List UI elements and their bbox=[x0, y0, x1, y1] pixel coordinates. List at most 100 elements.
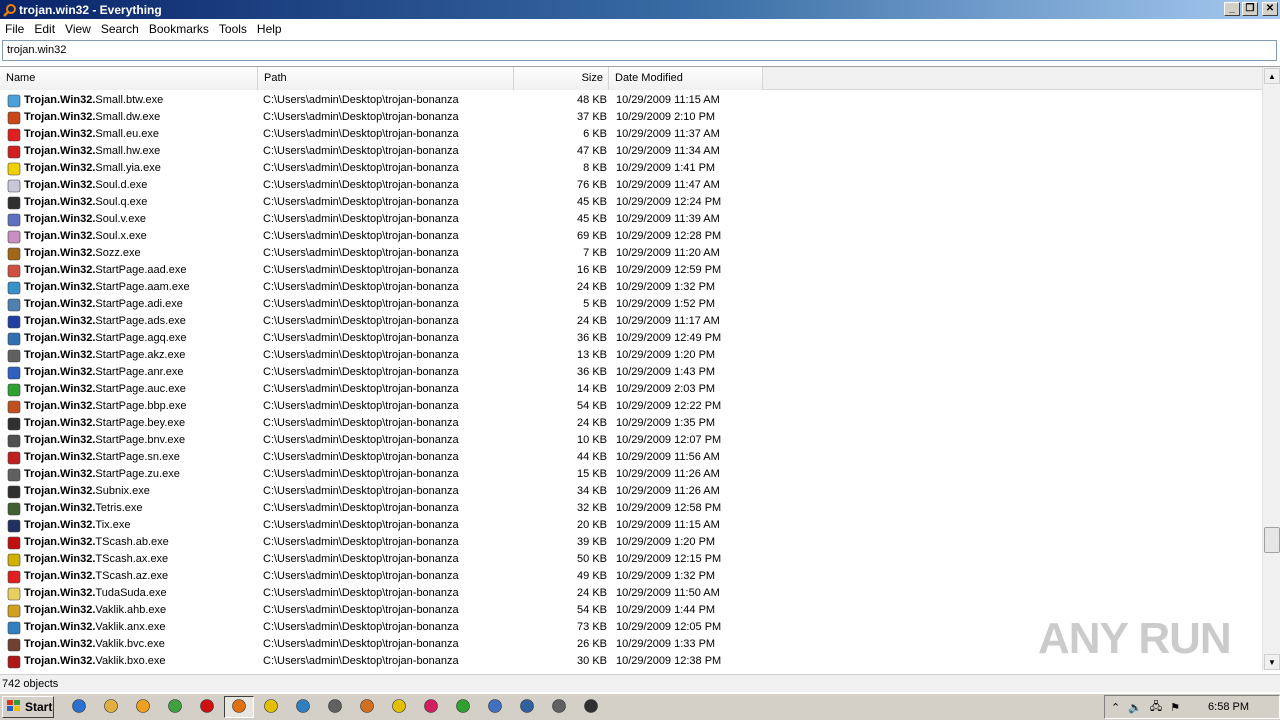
column-name[interactable]: Name bbox=[0, 67, 258, 90]
restore-button[interactable]: ❐ bbox=[1242, 2, 1258, 16]
menu-help[interactable]: Help bbox=[252, 22, 287, 36]
scroll-down-button[interactable]: ▼ bbox=[1264, 654, 1280, 670]
windows-logo-icon bbox=[6, 699, 22, 716]
menu-tools[interactable]: Tools bbox=[214, 22, 252, 36]
flag-icon[interactable]: ⚑ bbox=[1170, 701, 1180, 714]
table-row[interactable]: Trojan.Win32.Soul.x.exe C:\Users\admin\De… bbox=[0, 228, 1262, 245]
taskbar-button[interactable] bbox=[320, 696, 350, 718]
table-row[interactable]: Trojan.Win32.StartPage.anr.exe C:\Users\a… bbox=[0, 364, 1262, 381]
file-date: 10/29/2009 1:35 PM bbox=[616, 417, 716, 429]
taskbar-button[interactable] bbox=[512, 696, 542, 718]
table-row[interactable]: Trojan.Win32.Soul.v.exe C:\Users\admin\De… bbox=[0, 211, 1262, 228]
taskbar-button[interactable] bbox=[160, 696, 190, 718]
file-size: 13 KB bbox=[577, 349, 607, 361]
menu-bookmarks[interactable]: Bookmarks bbox=[144, 22, 214, 36]
taskbar-button[interactable] bbox=[384, 696, 414, 718]
file-name: Trojan.Win32.Sozz.exe bbox=[24, 245, 141, 262]
taskbar-button[interactable] bbox=[576, 696, 606, 718]
table-row[interactable]: Trojan.Win32.TScash.az.exe C:\Users\admin… bbox=[0, 568, 1262, 585]
network-icon[interactable]: 🖧 bbox=[1150, 698, 1162, 717]
table-row[interactable]: Trojan.Win32.Sozz.exe C:\Users\admin\Desk… bbox=[0, 245, 1262, 262]
taskbar-button[interactable] bbox=[448, 696, 478, 718]
scroll-thumb[interactable] bbox=[1264, 527, 1280, 553]
table-row[interactable]: Trojan.Win32.StartPage.zu.exe C:\Users\ad… bbox=[0, 466, 1262, 483]
taskbar-button[interactable] bbox=[192, 696, 222, 718]
file-size: 39 KB bbox=[577, 536, 607, 548]
taskbar-button[interactable] bbox=[288, 696, 318, 718]
taskbar-button[interactable] bbox=[128, 696, 158, 718]
taskbar-button[interactable] bbox=[256, 696, 286, 718]
table-row[interactable]: Trojan.Win32.TScash.ab.exe C:\Users\admin… bbox=[0, 534, 1262, 551]
table-row[interactable]: Trojan.Win32.TudaSuda.exe C:\Users\admin\… bbox=[0, 585, 1262, 602]
taskbar-button[interactable] bbox=[64, 696, 94, 718]
table-row[interactable]: Trojan.Win32.StartPage.agq.exe C:\Users\a… bbox=[0, 330, 1262, 347]
scroll-up-button[interactable]: ▲ bbox=[1264, 68, 1280, 84]
table-row[interactable]: Trojan.Win32.TScash.ax.exe C:\Users\admin… bbox=[0, 551, 1262, 568]
table-row[interactable]: Trojan.Win32.Small.btw.exe C:\Users\admin… bbox=[0, 92, 1262, 109]
blank-icon bbox=[6, 229, 21, 244]
taskbar-button[interactable] bbox=[544, 696, 574, 718]
file-name: Trojan.Win32.StartPage.auc.exe bbox=[24, 381, 186, 398]
table-row[interactable]: Trojan.Win32.StartPage.bey.exe C:\Users\a… bbox=[0, 415, 1262, 432]
recycle-icon bbox=[6, 382, 21, 397]
menu-file[interactable]: File bbox=[0, 22, 29, 36]
column-size[interactable]: Size bbox=[514, 67, 609, 90]
file-path: C:\Users\admin\Desktop\trojan-bonanza bbox=[263, 587, 459, 599]
close-button[interactable]: ✕ bbox=[1262, 2, 1278, 16]
menu-search[interactable]: Search bbox=[96, 22, 144, 36]
table-row[interactable]: Trojan.Win32.Small.yia.exe C:\Users\admin… bbox=[0, 160, 1262, 177]
arrow-up-icon: ▲ bbox=[1268, 71, 1276, 81]
table-row[interactable]: Trojan.Win32.Tetris.exe C:\Users\admin\De… bbox=[0, 500, 1262, 517]
table-row[interactable]: Trojan.Win32.StartPage.aam.exe C:\Users\a… bbox=[0, 279, 1262, 296]
table-row[interactable]: Trojan.Win32.Small.dw.exe C:\Users\admin\… bbox=[0, 109, 1262, 126]
menu-edit[interactable]: Edit bbox=[29, 22, 60, 36]
clock[interactable]: 6:58 PM bbox=[1208, 701, 1249, 713]
vertical-scrollbar[interactable]: ▲ ▼ bbox=[1262, 67, 1280, 670]
start-button[interactable]: Start bbox=[2, 696, 54, 718]
column-date-modified[interactable]: Date Modified bbox=[609, 67, 763, 90]
table-icon bbox=[6, 518, 21, 533]
taskbar-button[interactable] bbox=[224, 696, 254, 718]
file-name-prefix: Trojan.Win32. bbox=[24, 638, 96, 650]
table-row[interactable]: Trojan.Win32.StartPage.aad.exe C:\Users\a… bbox=[0, 262, 1262, 279]
file-date: 10/29/2009 2:03 PM bbox=[616, 383, 716, 395]
table-row[interactable]: Trojan.Win32.StartPage.bnv.exe C:\Users\a… bbox=[0, 432, 1262, 449]
file-size: 14 KB bbox=[577, 383, 607, 395]
start-label: Start bbox=[25, 700, 53, 714]
table-row[interactable]: Trojan.Win32.Soul.d.exe C:\Users\admin\De… bbox=[0, 177, 1262, 194]
table-row[interactable]: Trojan.Win32.Small.eu.exe C:\Users\admin\… bbox=[0, 126, 1262, 143]
table-row[interactable]: Trojan.Win32.Tix.exe C:\Users\admin\Deskt… bbox=[0, 517, 1262, 534]
table-row[interactable]: Trojan.Win32.StartPage.ads.exe C:\Users\a… bbox=[0, 313, 1262, 330]
setup-icon bbox=[6, 297, 21, 312]
table-row[interactable]: Trojan.Win32.Subnix.exe C:\Users\admin\De… bbox=[0, 483, 1262, 500]
table-row[interactable]: Trojan.Win32.Small.hw.exe C:\Users\admin\… bbox=[0, 143, 1262, 160]
taskbar-button[interactable] bbox=[416, 696, 446, 718]
taskbar-button[interactable] bbox=[352, 696, 382, 718]
table-row[interactable]: Trojan.Win32.StartPage.bbp.exe C:\Users\a… bbox=[0, 398, 1262, 415]
speaker-icon[interactable]: 🔈 bbox=[1128, 701, 1142, 714]
table-row[interactable]: Trojan.Win32.StartPage.sn.exe C:\Users\ad… bbox=[0, 449, 1262, 466]
menu-view[interactable]: View bbox=[60, 22, 96, 36]
table-row[interactable]: Trojan.Win32.StartPage.adi.exe C:\Users\a… bbox=[0, 296, 1262, 313]
file-path: C:\Users\admin\Desktop\trojan-bonanza bbox=[263, 451, 459, 463]
table-row[interactable]: Trojan.Win32.Soul.q.exe C:\Users\admin\De… bbox=[0, 194, 1262, 211]
file-date: 10/29/2009 11:50 AM bbox=[616, 587, 720, 599]
chevron-up-icon[interactable]: ⌃ bbox=[1111, 701, 1120, 714]
everything-app-icon[interactable] bbox=[2, 2, 18, 18]
file-name-prefix: Trojan.Win32. bbox=[24, 366, 96, 378]
file-name: Trojan.Win32.StartPage.ads.exe bbox=[24, 313, 186, 330]
file-name: Trojan.Win32.StartPage.agq.exe bbox=[24, 330, 187, 347]
minimize-button[interactable]: _ bbox=[1224, 2, 1240, 16]
file-size: 73 KB bbox=[577, 621, 607, 633]
column-path[interactable]: Path bbox=[258, 67, 514, 90]
file-date: 10/29/2009 12:05 PM bbox=[616, 621, 722, 633]
file-date: 10/29/2009 1:20 PM bbox=[616, 349, 716, 361]
taskbar-button[interactable] bbox=[480, 696, 510, 718]
search-input[interactable]: trojan.win32 bbox=[2, 40, 1277, 61]
file-path: C:\Users\admin\Desktop\trojan-bonanza bbox=[263, 536, 459, 548]
table-row[interactable]: Trojan.Win32.StartPage.akz.exe C:\Users\a… bbox=[0, 347, 1262, 364]
file-date: 10/29/2009 2:10 PM bbox=[616, 111, 716, 123]
taskbar-button[interactable] bbox=[96, 696, 126, 718]
file-name-prefix: Trojan.Win32. bbox=[24, 196, 96, 208]
table-row[interactable]: Trojan.Win32.StartPage.auc.exe C:\Users\a… bbox=[0, 381, 1262, 398]
